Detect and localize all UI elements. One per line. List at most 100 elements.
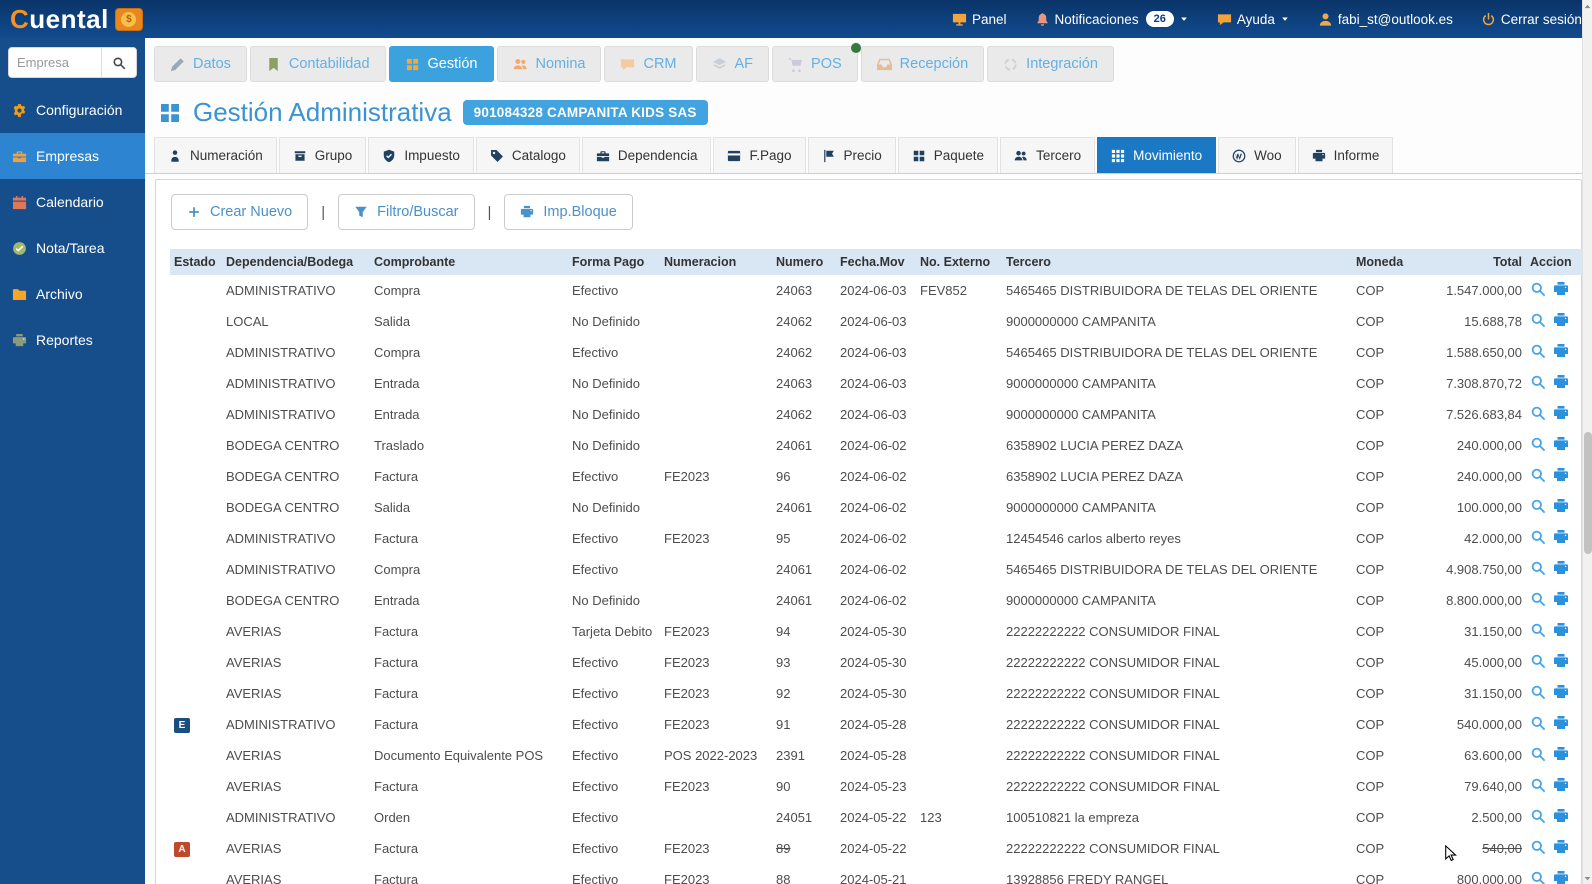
- table-row[interactable]: BODEGA CENTROEntradaNo Definido240612024…: [170, 585, 1584, 616]
- row-view-button[interactable]: [1530, 622, 1546, 641]
- subtab-paquete[interactable]: Paquete: [898, 137, 998, 173]
- row-print-button[interactable]: [1553, 405, 1569, 424]
- table-row[interactable]: ADMINISTRATIVOOrdenEfectivo240512024-05-…: [170, 802, 1584, 833]
- company-search-input[interactable]: [9, 48, 101, 77]
- row-print-button[interactable]: [1553, 839, 1569, 858]
- create-new-button[interactable]: Crear Nuevo: [171, 194, 308, 230]
- table-row[interactable]: AAVERIASFacturaEfectivoFE2023892024-05-2…: [170, 833, 1584, 864]
- row-print-button[interactable]: [1553, 467, 1569, 486]
- vertical-scrollbar[interactable]: [1582, 0, 1592, 884]
- tab-af[interactable]: AF: [696, 46, 770, 82]
- filter-search-button[interactable]: Filtro/Buscar: [338, 194, 474, 230]
- column-header-fecha-mov[interactable]: Fecha.Mov: [836, 249, 916, 275]
- tab-contabilidad[interactable]: Contabilidad: [250, 46, 386, 82]
- tab-pos[interactable]: POS: [772, 46, 858, 82]
- table-row[interactable]: ADMINISTRATIVOEntradaNo Definido24062202…: [170, 399, 1584, 430]
- subtab-dependencia[interactable]: Dependencia: [582, 137, 712, 173]
- table-row[interactable]: AVERIASFacturaEfectivoFE2023882024-05-21…: [170, 864, 1584, 884]
- row-print-button[interactable]: [1553, 746, 1569, 765]
- column-header-numero[interactable]: Numero: [772, 249, 836, 275]
- column-header-tercero[interactable]: Tercero: [1002, 249, 1352, 275]
- subtab-tercero[interactable]: Tercero: [1000, 137, 1095, 173]
- row-print-button[interactable]: [1553, 591, 1569, 610]
- table-row[interactable]: AVERIASFacturaEfectivoFE2023922024-05-30…: [170, 678, 1584, 709]
- table-row[interactable]: LOCALSalidaNo Definido240622024-06-03900…: [170, 306, 1584, 337]
- table-row[interactable]: ADMINISTRATIVOEntradaNo Definido24063202…: [170, 368, 1584, 399]
- row-view-button[interactable]: [1530, 839, 1546, 858]
- row-print-button[interactable]: [1553, 684, 1569, 703]
- subtab-f-pago[interactable]: F.Pago: [713, 137, 805, 173]
- column-header-dependencia-bodega[interactable]: Dependencia/Bodega: [222, 249, 370, 275]
- row-view-button[interactable]: [1530, 312, 1546, 331]
- row-print-button[interactable]: [1553, 715, 1569, 734]
- row-view-button[interactable]: [1530, 560, 1546, 579]
- column-header-forma-pago[interactable]: Forma Pago: [568, 249, 660, 275]
- tab-datos[interactable]: Datos: [154, 46, 247, 82]
- sidebar-item-reportes[interactable]: Reportes: [0, 317, 145, 363]
- sidebar-item-configuracion[interactable]: Configuración: [0, 87, 145, 133]
- row-print-button[interactable]: [1553, 653, 1569, 672]
- row-view-button[interactable]: [1530, 715, 1546, 734]
- row-view-button[interactable]: [1530, 281, 1546, 300]
- logout-link[interactable]: Cerrar sesión: [1481, 12, 1582, 27]
- row-print-button[interactable]: [1553, 312, 1569, 331]
- row-view-button[interactable]: [1530, 746, 1546, 765]
- tab-crm[interactable]: CRM: [604, 46, 692, 82]
- row-print-button[interactable]: [1553, 281, 1569, 300]
- scroll-down-arrow[interactable]: [1583, 871, 1592, 883]
- table-row[interactable]: AVERIASFacturaEfectivoFE2023932024-05-30…: [170, 647, 1584, 678]
- row-print-button[interactable]: [1553, 343, 1569, 362]
- row-print-button[interactable]: [1553, 808, 1569, 827]
- row-view-button[interactable]: [1530, 529, 1546, 548]
- subtab-grupo[interactable]: Grupo: [279, 137, 367, 173]
- table-row[interactable]: ADMINISTRATIVOCompraEfectivo240612024-06…: [170, 554, 1584, 585]
- column-header-numeracion[interactable]: Numeracion: [660, 249, 772, 275]
- table-row[interactable]: EADMINISTRATIVOFacturaEfectivoFE20239120…: [170, 709, 1584, 740]
- column-header-comprobante[interactable]: Comprobante: [370, 249, 568, 275]
- subtab-catalogo[interactable]: Catalogo: [476, 137, 580, 173]
- row-view-button[interactable]: [1530, 498, 1546, 517]
- column-header-moneda[interactable]: Moneda: [1352, 249, 1410, 275]
- tab-nomina[interactable]: Nomina: [497, 46, 602, 82]
- table-row[interactable]: BODEGA CENTROTrasladoNo Definido24061202…: [170, 430, 1584, 461]
- row-view-button[interactable]: [1530, 684, 1546, 703]
- tab-gestion[interactable]: Gestión: [389, 46, 494, 82]
- column-header-estado[interactable]: Estado: [170, 249, 222, 275]
- subtab-precio[interactable]: Precio: [808, 137, 896, 173]
- subtab-numeracion[interactable]: Numeración: [154, 137, 277, 173]
- row-print-button[interactable]: [1553, 777, 1569, 796]
- subtab-movimiento[interactable]: Movimiento: [1097, 137, 1216, 173]
- column-header-total[interactable]: Total: [1410, 249, 1526, 275]
- panel-link[interactable]: Panel: [952, 12, 1007, 27]
- row-print-button[interactable]: [1553, 374, 1569, 393]
- row-print-button[interactable]: [1553, 560, 1569, 579]
- table-row[interactable]: AVERIASFacturaTarjeta DebitoFE2023942024…: [170, 616, 1584, 647]
- sidebar-item-nota-tarea[interactable]: Nota/Tarea: [0, 225, 145, 271]
- help-link[interactable]: Ayuda: [1217, 12, 1290, 27]
- row-view-button[interactable]: [1530, 374, 1546, 393]
- company-search-button[interactable]: [101, 48, 136, 77]
- row-view-button[interactable]: [1530, 467, 1546, 486]
- row-view-button[interactable]: [1530, 653, 1546, 672]
- row-print-button[interactable]: [1553, 870, 1569, 884]
- column-header-no-externo[interactable]: No. Externo: [916, 249, 1002, 275]
- subtab-impuesto[interactable]: Impuesto: [368, 137, 474, 173]
- row-view-button[interactable]: [1530, 808, 1546, 827]
- table-row[interactable]: ADMINISTRATIVOCompraEfectivo240632024-06…: [170, 275, 1584, 306]
- row-view-button[interactable]: [1530, 870, 1546, 884]
- row-view-button[interactable]: [1530, 405, 1546, 424]
- print-block-button[interactable]: Imp.Bloque: [504, 194, 632, 230]
- table-row[interactable]: AVERIASDocumento Equivalente POSEfectivo…: [170, 740, 1584, 771]
- sidebar-item-empresas[interactable]: Empresas: [0, 133, 145, 179]
- scrollbar-thumb[interactable]: [1584, 432, 1592, 554]
- table-row[interactable]: AVERIASFacturaEfectivoFE2023902024-05-23…: [170, 771, 1584, 802]
- sidebar-item-calendario[interactable]: Calendario: [0, 179, 145, 225]
- sidebar-item-archivo[interactable]: Archivo: [0, 271, 145, 317]
- row-print-button[interactable]: [1553, 498, 1569, 517]
- table-row[interactable]: BODEGA CENTROFacturaEfectivoFE2023962024…: [170, 461, 1584, 492]
- table-row[interactable]: ADMINISTRATIVOCompraEfectivo240622024-06…: [170, 337, 1584, 368]
- row-view-button[interactable]: [1530, 436, 1546, 455]
- row-print-button[interactable]: [1553, 436, 1569, 455]
- row-print-button[interactable]: [1553, 529, 1569, 548]
- tab-integracion[interactable]: Integración: [987, 46, 1114, 82]
